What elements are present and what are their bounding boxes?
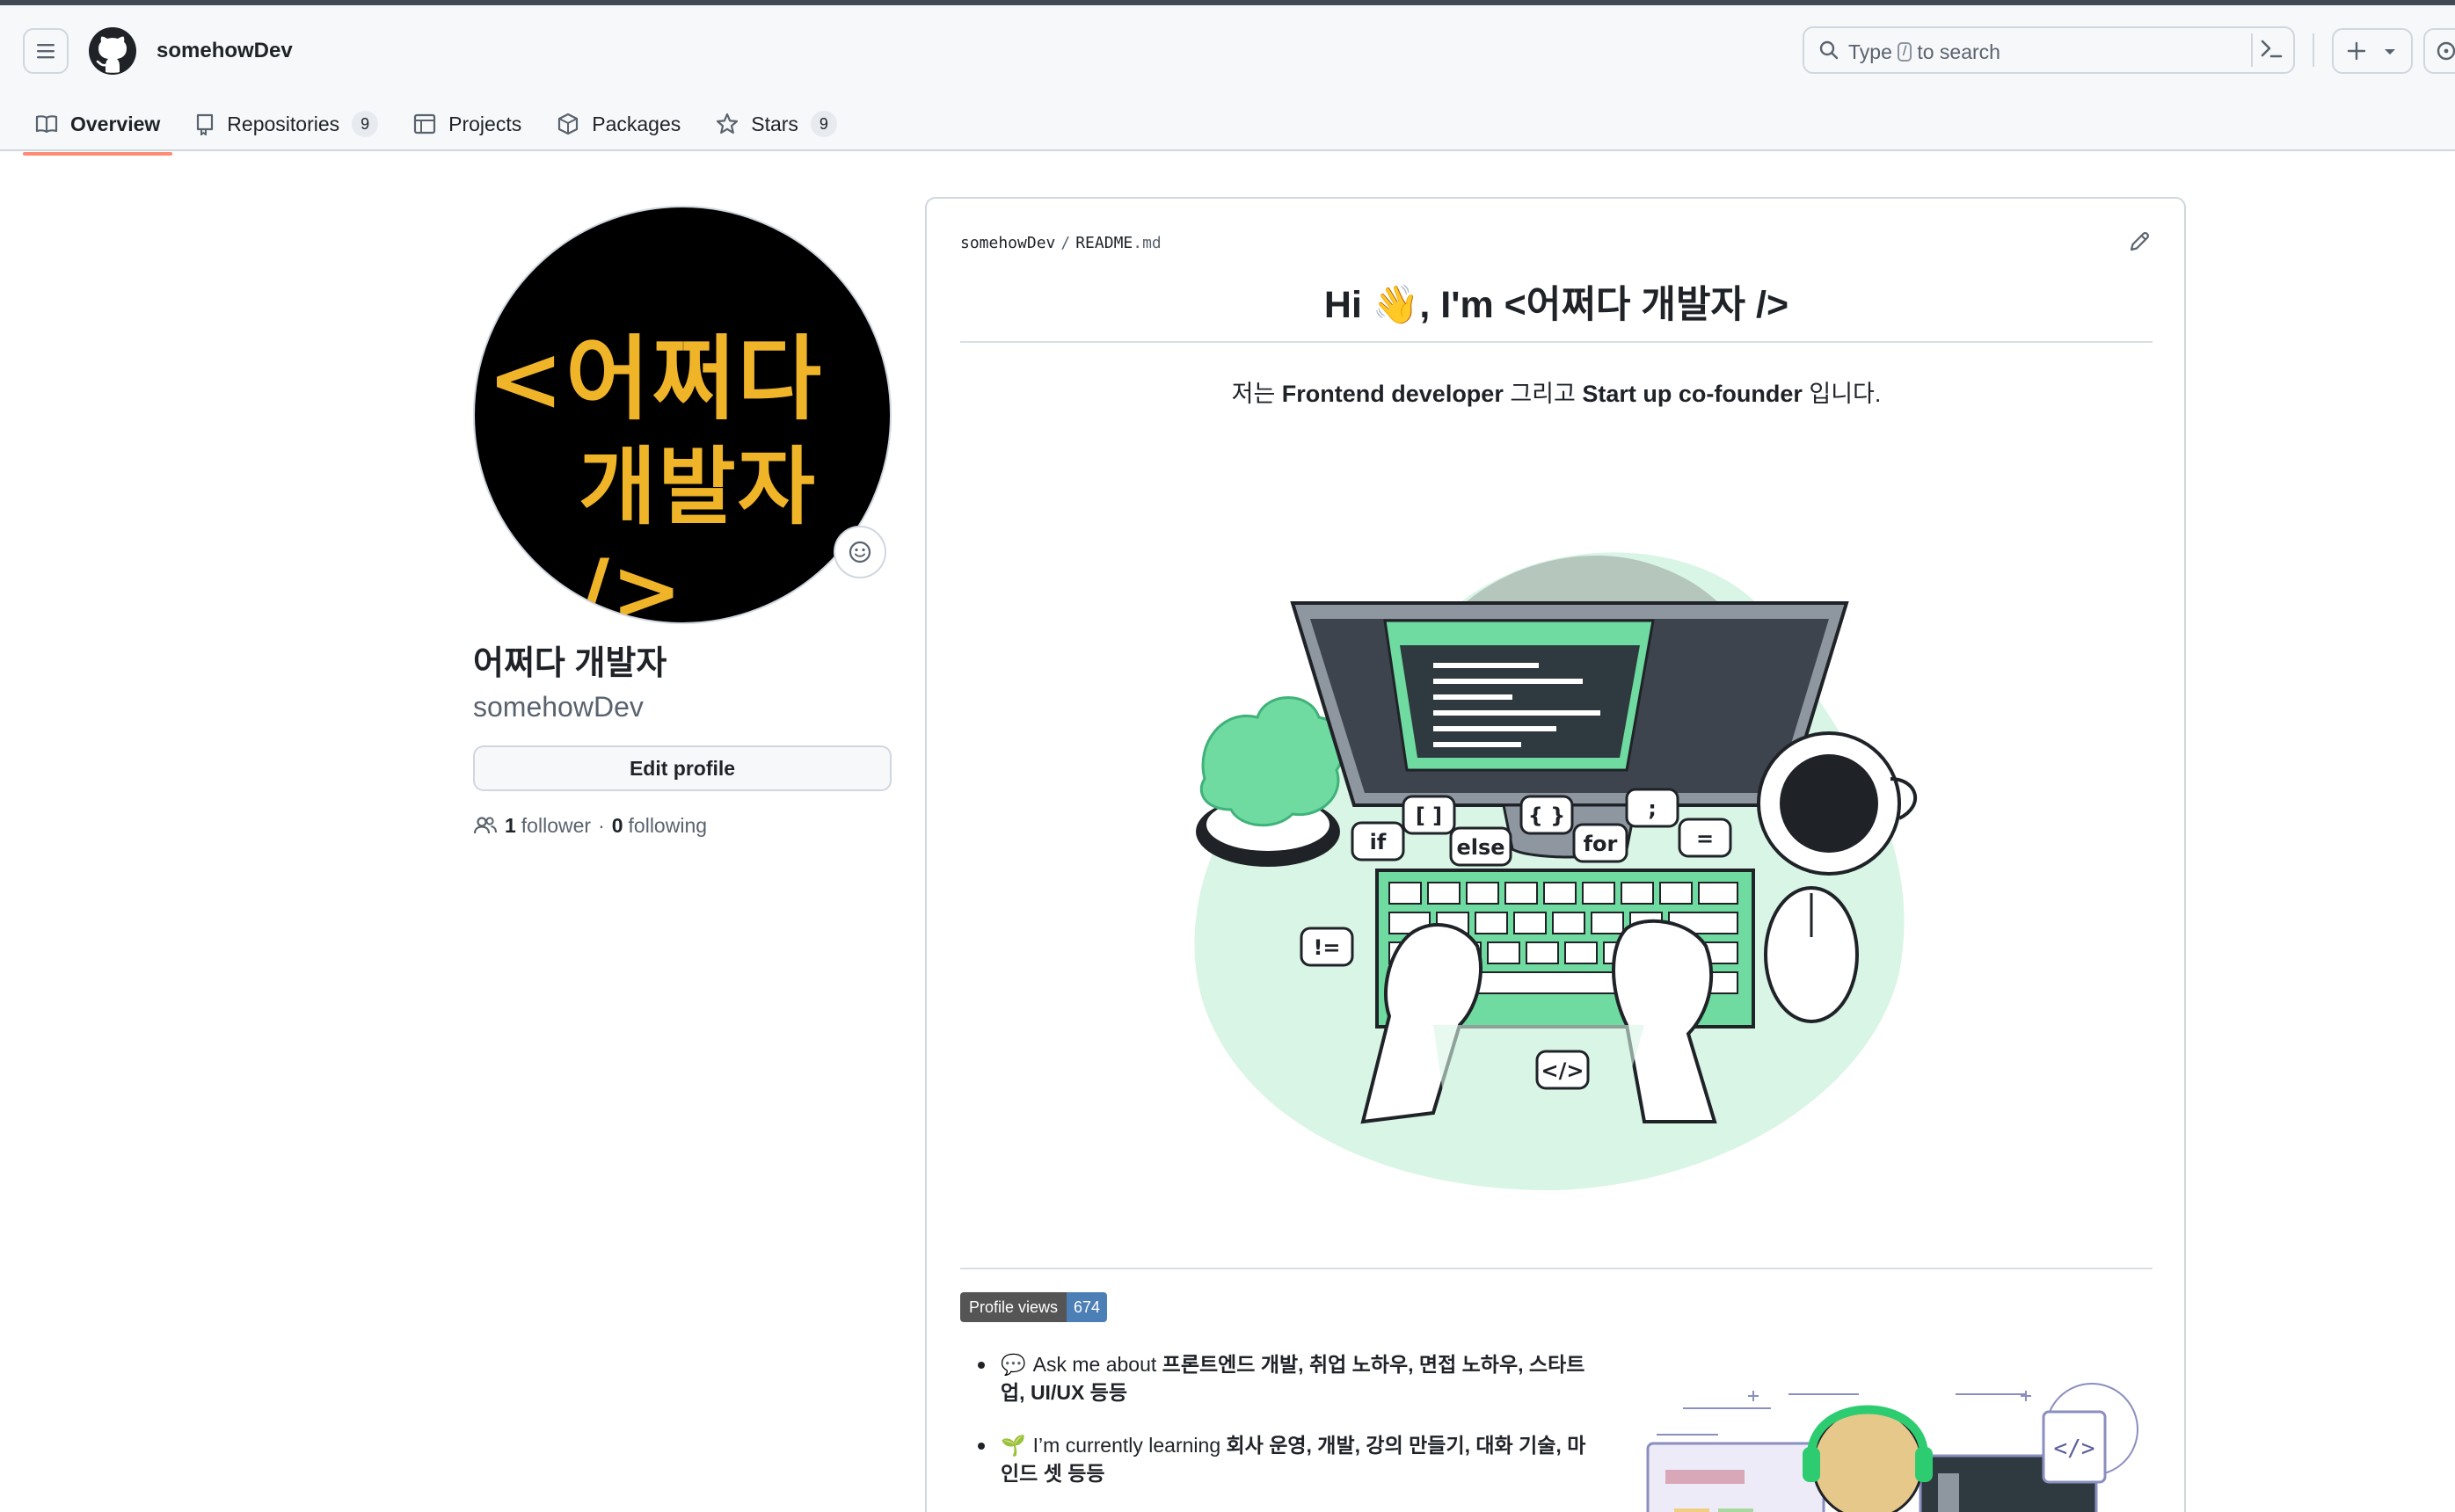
list-item: 💬 Ask me about 프론트엔드 개발, 취업 노하우, 면접 노하우, … xyxy=(960,1350,1593,1407)
developer-desk-illustration: if [ ] else { } for ; = != </> xyxy=(1194,552,1918,1191)
developer-headphones-illustration: </> xyxy=(1646,1383,2138,1512)
repo-icon xyxy=(197,113,214,135)
follow-separator: · xyxy=(598,814,605,837)
profile-views-badge[interactable]: Profile views 674 xyxy=(960,1292,1108,1322)
profile-views-label: Profile views xyxy=(960,1292,1067,1322)
readme-crumb-ext: .md xyxy=(1133,234,1162,252)
readme-heading: Hi 👋, I'm <어쩌다 개발자 /> xyxy=(1323,284,1789,326)
following-link[interactable]: 0 following xyxy=(612,812,707,839)
tab-stars-label: Stars xyxy=(751,112,798,135)
bubble-if: if xyxy=(1370,830,1387,854)
search-suffix: to search xyxy=(1917,40,2000,63)
bullet-text: Ask me about xyxy=(1032,1353,1162,1376)
readme-card: somehowDev / README .md Hi 👋, I'm <어쩌다 개발… xyxy=(925,197,2186,1512)
owner-name-link[interactable]: somehowDev xyxy=(157,35,293,67)
following-count: 0 xyxy=(611,814,623,837)
avatar-text-line2: 개발자 /> xyxy=(579,437,817,624)
bubble-equals: = xyxy=(1696,826,1714,851)
set-status-button[interactable] xyxy=(834,526,886,578)
repositories-count-badge: 9 xyxy=(352,111,379,137)
intro-pre: 저는 xyxy=(1231,381,1282,407)
profile-tabs: Overview Repositories 9 Projects Package… xyxy=(23,104,860,156)
search-icon xyxy=(1819,40,1839,60)
bubble-code-tag: </> xyxy=(1541,1058,1584,1083)
profile-display-name: 어쩌다 개발자 xyxy=(473,645,667,682)
tab-packages-label: Packages xyxy=(592,112,681,135)
package-icon xyxy=(558,113,579,135)
search-placeholder: Type / to search xyxy=(1848,40,2000,63)
intro-role: Frontend developer xyxy=(1281,381,1504,407)
stars-count-badge: 9 xyxy=(810,111,837,137)
followers-count: 1 xyxy=(505,814,516,837)
table-icon xyxy=(414,113,436,134)
bubble-braces: { } xyxy=(1528,803,1566,828)
followers-link[interactable]: 1 follower xyxy=(505,812,591,839)
bubble-brackets: [ ] xyxy=(1416,803,1442,828)
bubble-for: for xyxy=(1584,832,1618,856)
readme-breadcrumb: somehowDev / README .md xyxy=(960,234,1162,252)
smiley-icon xyxy=(849,541,871,563)
chevron-down-icon xyxy=(2385,49,2395,55)
svg-text:</>: </> xyxy=(2054,1436,2095,1462)
list-item: 🌱 I’m currently learning 회사 운영, 개발, 강의 만들… xyxy=(960,1431,1593,1487)
intro-mid: 그리고 xyxy=(1503,381,1583,407)
followers-label: follower xyxy=(521,814,592,837)
tab-packages[interactable]: Packages xyxy=(544,104,693,144)
readme-crumb-separator: / xyxy=(1060,234,1071,252)
page-header: somehowDev Type / to search Overview Rep… xyxy=(0,5,2455,156)
avatar-text-line1: <어쩌다 xyxy=(487,324,824,433)
star-icon xyxy=(717,113,739,134)
search-shortcut-key: / xyxy=(1897,42,1912,62)
profile-username: somehowDev xyxy=(473,691,644,723)
tab-projects-label: Projects xyxy=(448,112,522,135)
bubble-not-equals: != xyxy=(1313,935,1340,960)
search-divider xyxy=(2251,33,2253,67)
profile-avatar[interactable]: <어쩌다 개발자 /> xyxy=(473,206,892,624)
readme-bullet-list: 💬 Ask me about 프론트엔드 개발, 취업 노하우, 면접 노하우, … xyxy=(960,1350,1593,1512)
command-palette-icon[interactable] xyxy=(2260,39,2283,60)
speech-bubble-icon: 💬 xyxy=(1001,1353,1026,1376)
tab-repositories[interactable]: Repositories 9 xyxy=(183,104,390,144)
search-input[interactable]: Type / to search xyxy=(1803,26,2295,74)
book-icon xyxy=(35,115,58,134)
heading-divider xyxy=(960,341,2153,343)
intro-cofounder: Start up co-founder xyxy=(1582,381,1803,407)
create-new-button[interactable] xyxy=(2332,28,2413,74)
bubble-semicolon: ; xyxy=(1648,796,1657,821)
follow-stats: 1 follower · 0 following xyxy=(473,812,707,839)
pencil-icon[interactable] xyxy=(2128,230,2151,253)
readme-crumb-owner[interactable]: somehowDev xyxy=(960,234,1055,252)
readme-crumb-file[interactable]: README xyxy=(1075,234,1133,252)
readme-intro: 저는 Frontend developer 그리고 Start up co-fo… xyxy=(960,376,2153,411)
edit-profile-button[interactable]: Edit profile xyxy=(473,745,892,791)
section-divider xyxy=(960,1268,2153,1269)
tab-projects[interactable]: Projects xyxy=(401,104,534,144)
tab-stars[interactable]: Stars 9 xyxy=(703,104,849,144)
search-prefix: Type xyxy=(1848,40,1892,63)
tab-overview-label: Overview xyxy=(70,112,161,135)
seedling-icon: 🌱 xyxy=(1001,1434,1026,1457)
tab-repositories-label: Repositories xyxy=(227,112,340,135)
plus-icon xyxy=(2347,41,2366,61)
bullet-text: I’m currently learning xyxy=(1032,1434,1227,1457)
issue-opened-icon xyxy=(2437,41,2455,61)
bubble-else: else xyxy=(1456,835,1504,860)
people-icon xyxy=(473,817,497,834)
github-logo-icon[interactable] xyxy=(88,26,137,76)
intro-post: 입니다. xyxy=(1802,381,1882,407)
header-divider xyxy=(2313,33,2314,67)
menu-button[interactable] xyxy=(23,28,69,74)
profile-views-count: 674 xyxy=(1067,1292,1108,1322)
issues-button[interactable] xyxy=(2423,28,2455,74)
hamburger-icon xyxy=(37,44,55,59)
following-label: following xyxy=(628,814,708,837)
tab-overview[interactable]: Overview xyxy=(23,104,173,156)
